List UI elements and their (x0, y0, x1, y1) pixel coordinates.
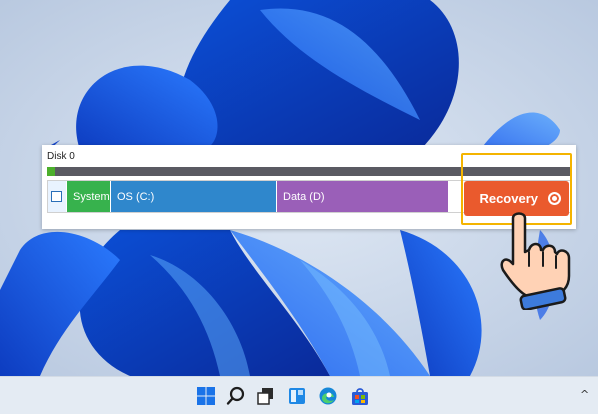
pointing-hand-icon (500, 212, 571, 310)
partition-os[interactable]: OS (C:) (110, 181, 276, 212)
disk-select-checkbox[interactable] (48, 181, 66, 212)
taskbar: ^ (0, 376, 598, 414)
partition-data-label: Data (D) (283, 190, 325, 203)
radio-selected-icon (548, 192, 561, 205)
checkbox-box (51, 191, 62, 202)
store-icon[interactable] (350, 386, 370, 406)
widgets-icon[interactable] (287, 386, 307, 406)
disk-label: Disk 0 (47, 151, 75, 162)
windows-start-icon[interactable] (196, 386, 216, 406)
tray-chevron-up-icon[interactable]: ^ (580, 388, 589, 401)
partition-system-label: System (73, 190, 110, 203)
disk-usage-fill (47, 167, 55, 176)
edge-icon[interactable] (318, 386, 338, 406)
task-view-icon[interactable] (256, 386, 276, 406)
partition-data[interactable]: Data (D) (276, 181, 448, 212)
partition-recovery[interactable]: Recovery (464, 181, 569, 216)
search-icon[interactable] (226, 386, 246, 406)
partition-recovery-label: Recovery (479, 191, 538, 206)
partition-os-label: OS (C:) (117, 190, 155, 203)
partition-system[interactable]: System (66, 181, 110, 212)
